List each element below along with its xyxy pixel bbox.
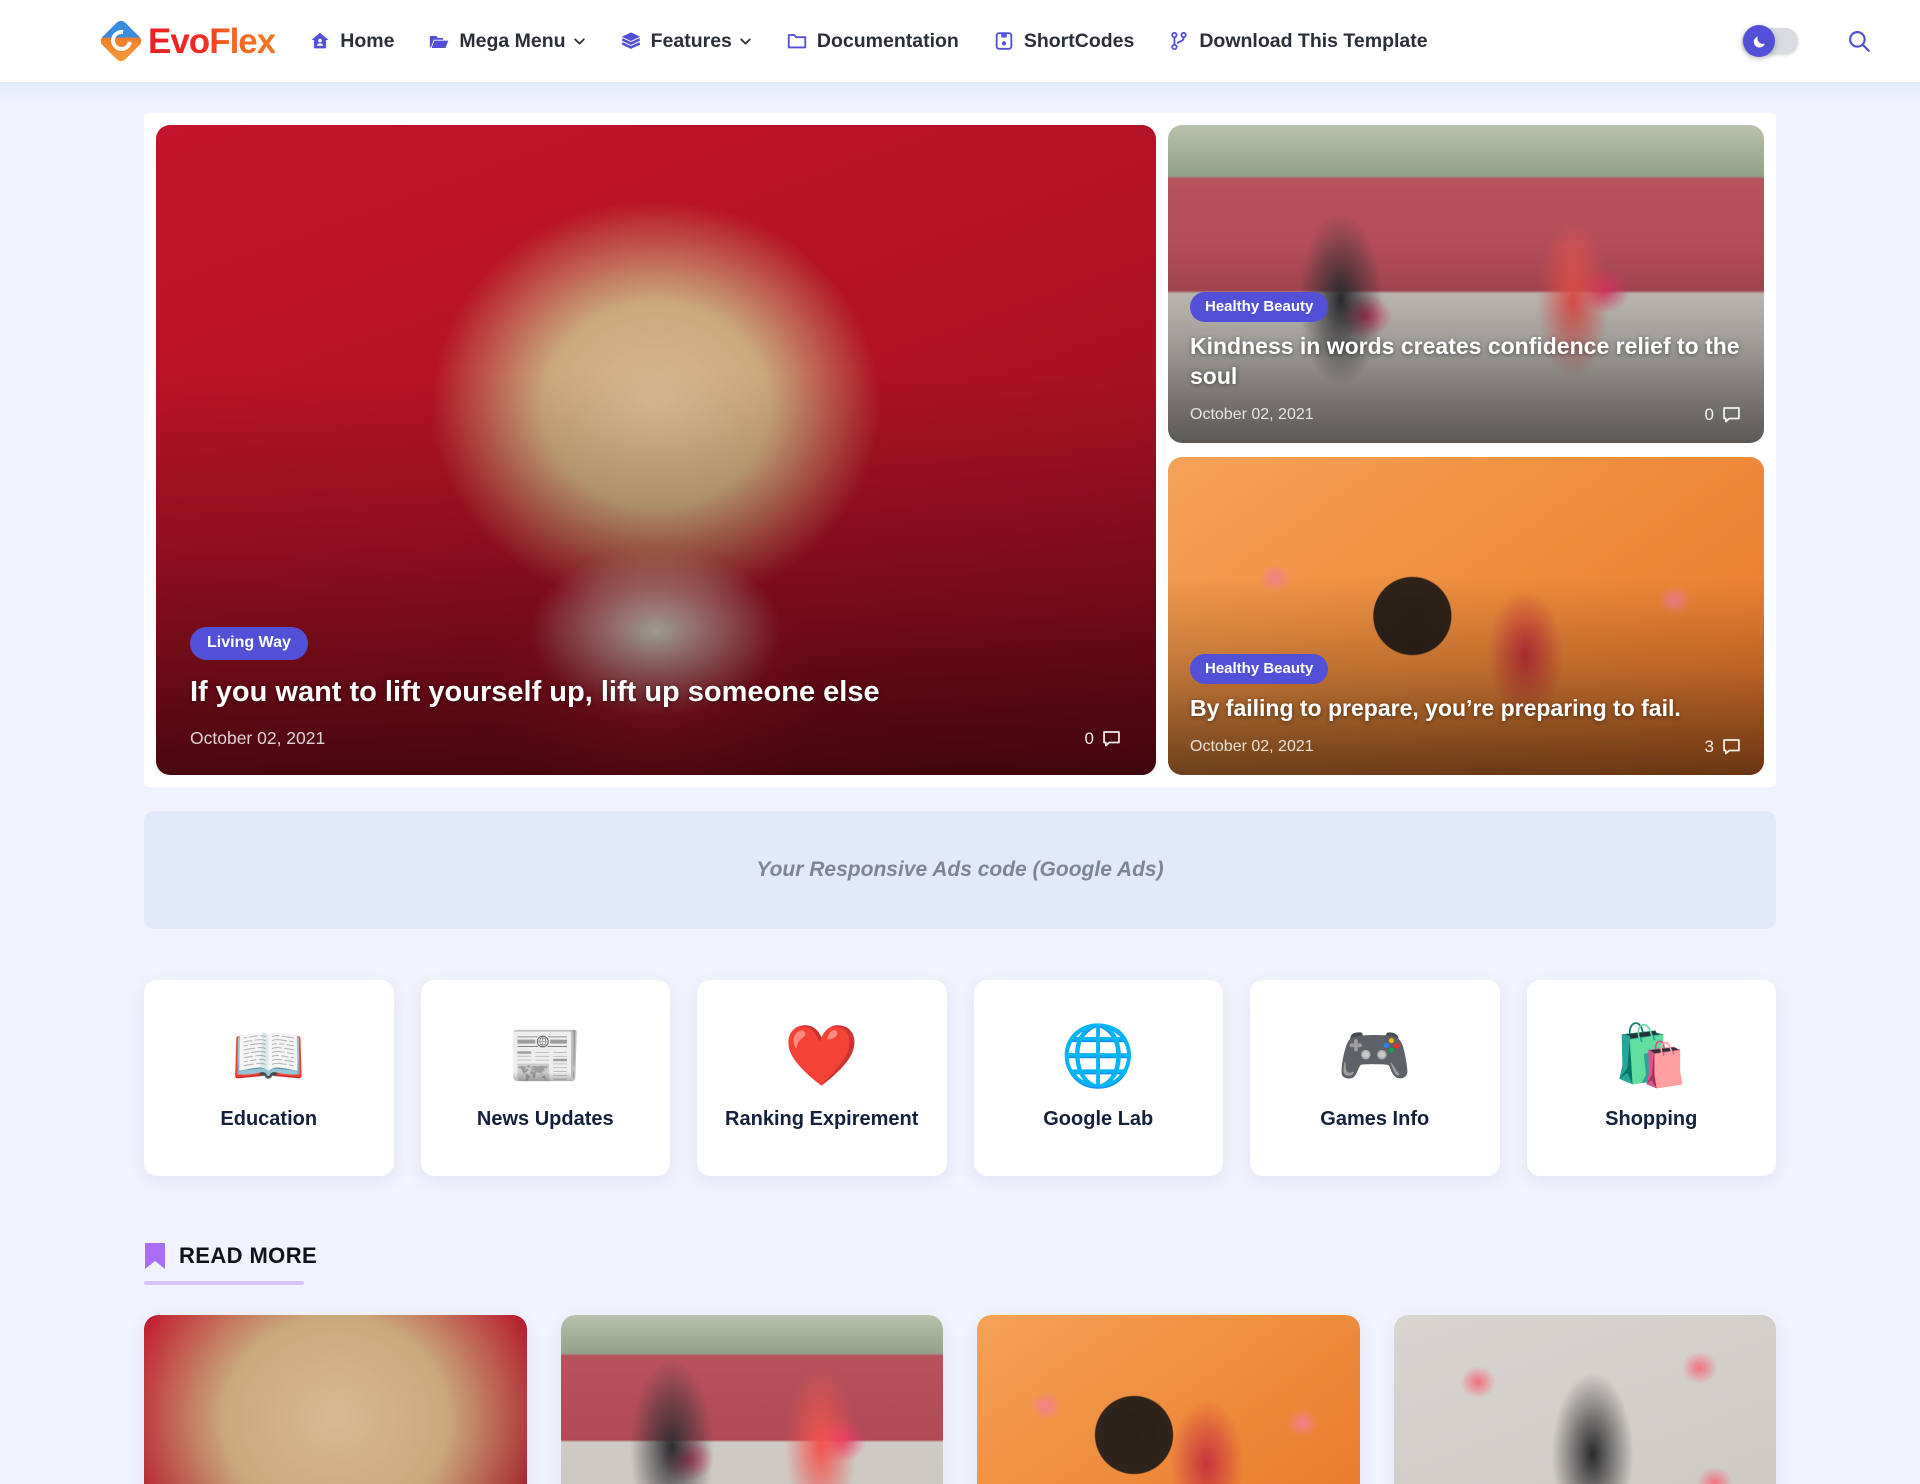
folder-icon [787,34,807,49]
category-label: Education [220,1107,318,1130]
git-branch-icon [1171,31,1188,51]
chevron-down-icon [740,37,751,45]
post-card[interactable] [1393,1315,1776,1484]
main-navigation: Home Mega Menu Features Documentation Sh… [309,29,1428,53]
chevron-down-icon [573,37,585,45]
dark-mode-toggle[interactable] [1742,25,1798,57]
site-header: EvoFlex Home Mega Menu Features Document… [0,0,1920,82]
post-grid [144,1315,1776,1484]
category-card-games-info[interactable]: 🎮 Games Info [1250,980,1500,1176]
header-actions [1742,25,1872,57]
category-card-news-updates[interactable]: 📰 News Updates [420,980,670,1176]
category-card-google-lab[interactable]: 🌐 Google Lab [973,980,1223,1176]
header-gradient-divider [0,82,1920,108]
advertisement-banner: Your Responsive Ads code (Google Ads) [144,811,1776,929]
home-icon [311,32,329,49]
nav-item-features[interactable]: Features [620,30,752,53]
comment-count[interactable]: 0 [1085,728,1122,749]
game-controller-icon: 🎮 [1337,1021,1413,1089]
category-label: Ranking Expirement [725,1107,919,1130]
post-date: October 02, 2021 [1190,737,1314,755]
nav-item-home[interactable]: Home [309,30,394,53]
site-logo[interactable]: EvoFlex [98,18,276,64]
side-post-card[interactable]: Healthy Beauty Kindness in words creates… [1168,125,1764,443]
search-button[interactable] [1846,28,1872,54]
nav-label: Home [340,29,395,52]
post-thumbnail [144,1315,527,1484]
category-badge[interactable]: Living Way [190,626,308,660]
nav-item-mega-menu[interactable]: Mega Menu [428,30,585,53]
featured-post-card[interactable]: Living Way If you want to lift yourself … [156,125,1156,775]
post-thumbnail [1393,1315,1776,1484]
post-date: October 02, 2021 [1190,405,1314,423]
category-label: Shopping [1605,1107,1698,1130]
nav-label: Documentation [816,29,959,52]
featured-posts-panel: Living Way If you want to lift yourself … [144,113,1776,787]
nav-label: Download This Template [1199,29,1428,52]
nav-item-documentation[interactable]: Documentation [786,30,959,53]
category-card-education[interactable]: 📖 Education [144,980,394,1176]
side-post-body: Healthy Beauty Kindness in words creates… [1168,292,1764,443]
comment-count[interactable]: 3 [1705,736,1742,757]
post-date: October 02, 2021 [190,728,326,748]
comment-count-value: 0 [1704,404,1714,424]
comment-count-value: 0 [1084,728,1094,748]
category-label: Google Lab [1043,1107,1154,1130]
moon-icon [1753,36,1765,48]
post-thumbnail [977,1315,1360,1484]
comment-count[interactable]: 0 [1705,404,1742,425]
post-card[interactable] [144,1315,527,1484]
open-book-icon: 📖 [231,1021,307,1089]
comment-bubble-icon [1723,407,1740,423]
diamond-swirl-logo-icon [98,18,144,64]
side-post-card[interactable]: Healthy Beauty By failing to prepare, yo… [1168,457,1764,775]
category-badge[interactable]: Healthy Beauty [1190,292,1329,323]
post-title[interactable]: If you want to lift yourself up, lift up… [190,674,1122,710]
nav-item-download-this-template[interactable]: Download This Template [1168,29,1428,53]
post-title[interactable]: Kindness in words creates confidence rel… [1190,332,1742,392]
newspaper-icon: 📰 [507,1021,583,1089]
side-post-body: Healthy Beauty By failing to prepare, yo… [1168,654,1764,775]
nav-label: Features [650,29,732,52]
save-disk-icon [995,32,1013,50]
post-meta: October 02, 2021 3 [1190,736,1742,757]
toggle-knob [1743,25,1775,57]
category-shortcuts: 📖 Education 📰 News Updates ❤️ Ranking Ex… [144,980,1776,1176]
post-card[interactable] [560,1315,943,1484]
ads-placeholder-text: Your Responsive Ads code (Google Ads) [756,858,1164,881]
folder-open-icon [430,35,449,48]
post-meta: October 02, 2021 0 [1190,404,1742,425]
category-card-shopping[interactable]: 🛍️ Shopping [1526,980,1776,1176]
nav-item-shortcodes[interactable]: ShortCodes [993,29,1135,53]
post-card[interactable] [977,1315,1360,1484]
nav-label: Mega Menu [459,29,566,52]
category-label: Games Info [1320,1107,1430,1130]
section-title: READ MORE [179,1243,318,1268]
brand-name: EvoFlex [148,21,276,61]
post-meta: October 02, 2021 0 [190,728,1122,749]
category-badge[interactable]: Healthy Beauty [1190,654,1329,685]
shopping-bag-icon: 🛍️ [1613,1021,1689,1089]
featured-post-body: Living Way If you want to lift yourself … [156,626,1156,775]
featured-side-list: Healthy Beauty Kindness in words creates… [1168,125,1764,775]
post-thumbnail [560,1315,943,1484]
heart-pulse-icon: ❤️ [784,1021,860,1089]
post-title[interactable]: By failing to prepare, you’re preparing … [1190,694,1742,724]
bookmark-icon [145,1243,165,1269]
comment-bubble-icon [1723,739,1740,755]
comment-bubble-icon [1103,731,1120,747]
layers-icon [621,32,640,49]
globe-orbit-icon: 🌐 [1060,1021,1136,1089]
page-content: Living Way If you want to lift yourself … [0,113,1920,1484]
read-more-section-header: READ MORE [144,1242,317,1285]
search-icon [1849,31,1870,52]
section-underline [144,1281,304,1285]
comment-count-value: 3 [1704,736,1714,756]
category-card-ranking-expirement[interactable]: ❤️ Ranking Expirement [697,980,947,1176]
nav-label: ShortCodes [1023,29,1135,52]
category-label: News Updates [476,1107,614,1130]
